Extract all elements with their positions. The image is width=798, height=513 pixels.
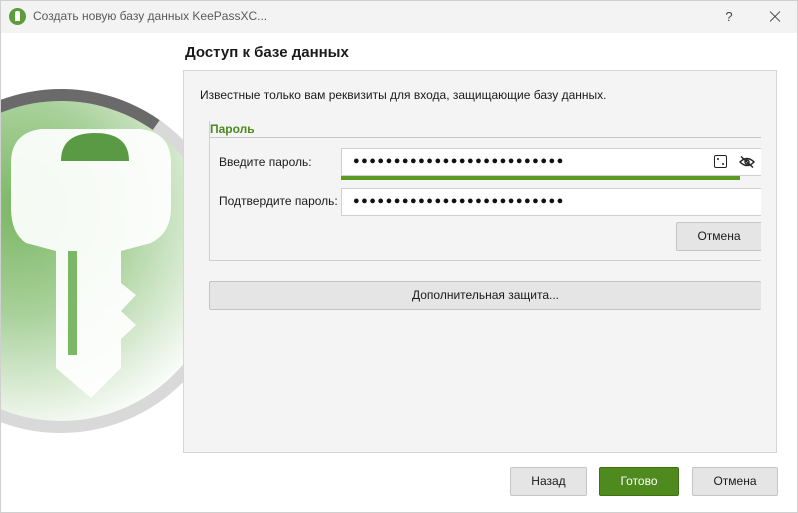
confirm-password-value: ●●●●●●●●●●●●●●●●●●●●●●●●●● — [353, 195, 565, 207]
password-group-title: Пароль — [210, 122, 255, 136]
keepassxc-logo-icon — [9, 8, 26, 25]
help-button[interactable]: ? — [717, 5, 741, 29]
eye-off-icon[interactable] — [739, 156, 755, 168]
group-divider — [209, 137, 761, 138]
page-description: Известные только вам реквизиты для входа… — [200, 88, 607, 102]
cancel-button[interactable]: Отмена — [692, 467, 778, 496]
back-button[interactable]: Назад — [510, 467, 587, 496]
confirm-password-label: Подтвердите пароль: — [219, 194, 338, 208]
enter-password-label: Введите пароль: — [219, 155, 312, 169]
window-title: Создать новую базу данных KeePassXC... — [33, 9, 268, 23]
close-icon[interactable] — [763, 5, 787, 29]
advanced-protection-button[interactable]: Дополнительная защита... — [209, 281, 761, 310]
password-value: ●●●●●●●●●●●●●●●●●●●●●●●●●● — [353, 155, 565, 167]
password-cancel-button[interactable]: Отмена — [676, 222, 761, 251]
page-title: Доступ к базе данных — [185, 44, 349, 61]
confirm-password-input[interactable]: ●●●●●●●●●●●●●●●●●●●●●●●●●● — [341, 188, 761, 216]
done-button[interactable]: Готово — [599, 467, 679, 496]
password-strength-bar — [341, 176, 740, 180]
dice-icon[interactable] — [714, 155, 727, 168]
key-icon — [11, 129, 171, 398]
dialog-window: Создать новую базу данных KeePassXC... ?… — [0, 0, 798, 513]
title-bar: Создать новую базу данных KeePassXC... ? — [1, 1, 797, 33]
password-input[interactable]: ●●●●●●●●●●●●●●●●●●●●●●●●●● — [341, 148, 761, 176]
key-artwork — [1, 33, 183, 503]
